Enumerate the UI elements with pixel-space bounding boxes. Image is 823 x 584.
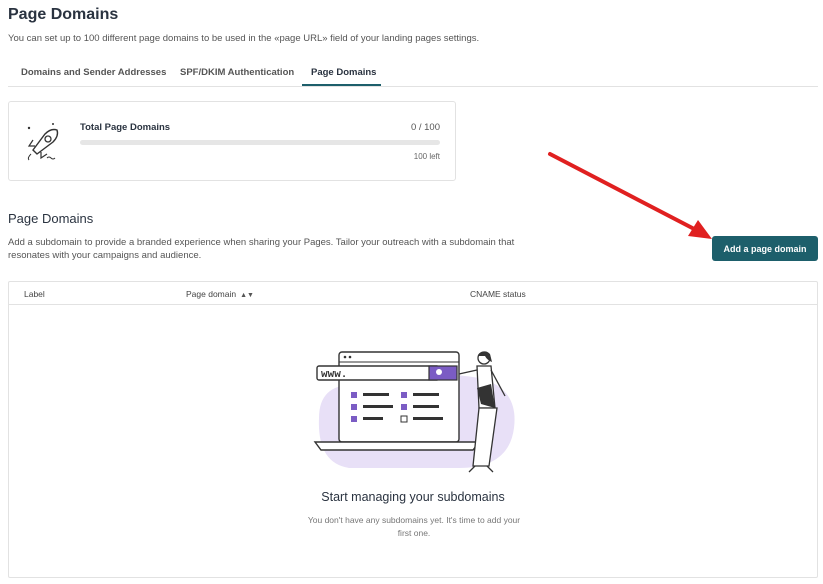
section-description: Add a subdomain to provide a branded exp… [8,237,515,261]
tab-page-domains[interactable]: Page Domains [311,67,376,78]
column-header-page-domain-text: Page domain [186,289,237,299]
section-title: Page Domains [8,211,94,226]
page-description: You can set up to 100 different page dom… [8,33,480,44]
sort-updown-icon[interactable]: ▲▼ [240,292,254,299]
empty-state-title: Start managing your subdomains [321,490,505,504]
column-header-label[interactable]: Label [24,289,45,299]
red-arrow-annotation-icon [548,152,712,239]
stats-count: 0 / 100 [410,122,440,133]
page-title: Page Domains [8,6,119,23]
usage-progress-bar [80,140,440,145]
tab-bar: Domains and Sender Addresses SPF/DKIM Au… [8,60,818,87]
column-header-cname-status[interactable]: CNAME status [470,289,526,299]
browser-www-text: www. [321,369,347,381]
page-domains-table: Label Page domain ▲▼ CNAME status www. St [8,281,818,578]
rocket-icon [27,123,59,161]
add-page-domain-button[interactable]: Add a page domain [712,236,818,261]
stats-remaining: 100 left [413,152,440,161]
tab-domains-sender-addresses[interactable]: Domains and Sender Addresses [21,67,166,78]
empty-state-illustration: www. [313,351,515,473]
tab-spf-dkim-authentication[interactable]: SPF/DKIM Authentication [180,67,294,78]
table-header: Label Page domain ▲▼ CNAME status [9,282,817,305]
page-domains-stats-card: Total Page Domains 0 / 100 100 left [8,101,456,181]
column-header-page-domain[interactable]: Page domain ▲▼ [186,289,254,299]
active-tab-indicator [302,84,381,86]
stats-label: Total Page Domains [80,122,171,133]
empty-state-description: You don't have any subdomains yet. It's … [307,515,521,538]
